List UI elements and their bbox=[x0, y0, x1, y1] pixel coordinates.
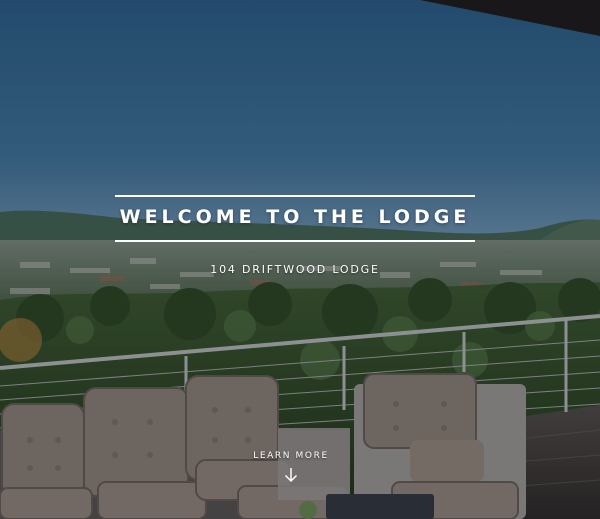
title-rule-top bbox=[115, 195, 475, 197]
hero-section: WELCOME TO THE LODGE 104 DRIFTWOOD LODGE… bbox=[0, 0, 600, 519]
learn-more-link[interactable]: LEARN MORE bbox=[235, 448, 347, 492]
title-rule-bottom bbox=[115, 240, 475, 242]
arrow-down-icon bbox=[284, 468, 298, 483]
hero-dark-overlay bbox=[0, 0, 600, 519]
learn-more-label: LEARN MORE bbox=[253, 451, 329, 461]
property-name: 104 DRIFTWOOD LODGE bbox=[210, 263, 380, 276]
page-title: WELCOME TO THE LODGE bbox=[119, 206, 471, 228]
